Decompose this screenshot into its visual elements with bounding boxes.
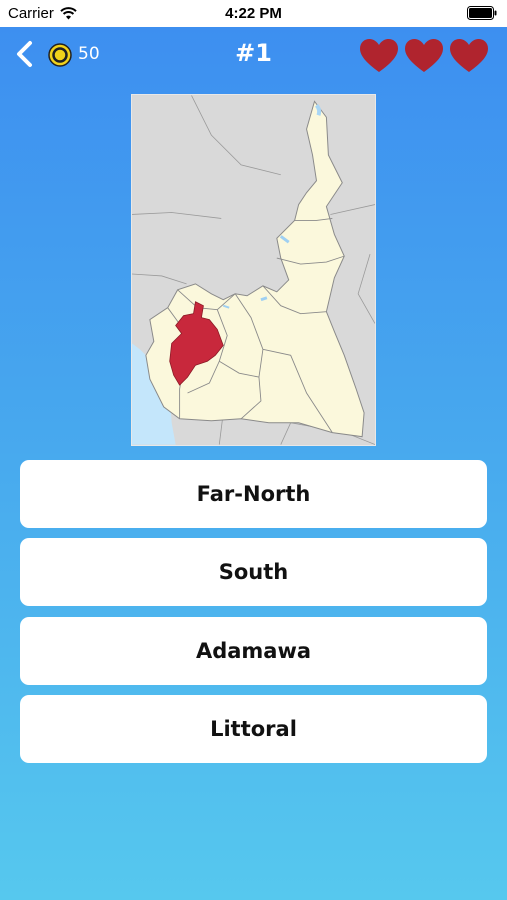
map-image xyxy=(132,95,375,445)
heart-icon xyxy=(360,39,398,72)
status-bar: Carrier 4:22 PM xyxy=(0,0,507,27)
answer-button[interactable]: South xyxy=(20,538,487,606)
heart-icon xyxy=(405,39,443,72)
answer-button[interactable]: Far-North xyxy=(20,460,487,528)
lives-indicator xyxy=(359,38,489,74)
battery-icon xyxy=(467,6,497,20)
heart-icon xyxy=(450,39,488,72)
region-map xyxy=(131,94,376,446)
top-bar: 50 #1 xyxy=(0,27,507,83)
status-time: 4:22 PM xyxy=(225,5,282,22)
game-screen: 50 #1 Far-North South Adamawa Littoral xyxy=(0,27,507,900)
answer-button[interactable]: Littoral xyxy=(20,695,487,763)
answer-button[interactable]: Adamawa xyxy=(20,617,487,685)
